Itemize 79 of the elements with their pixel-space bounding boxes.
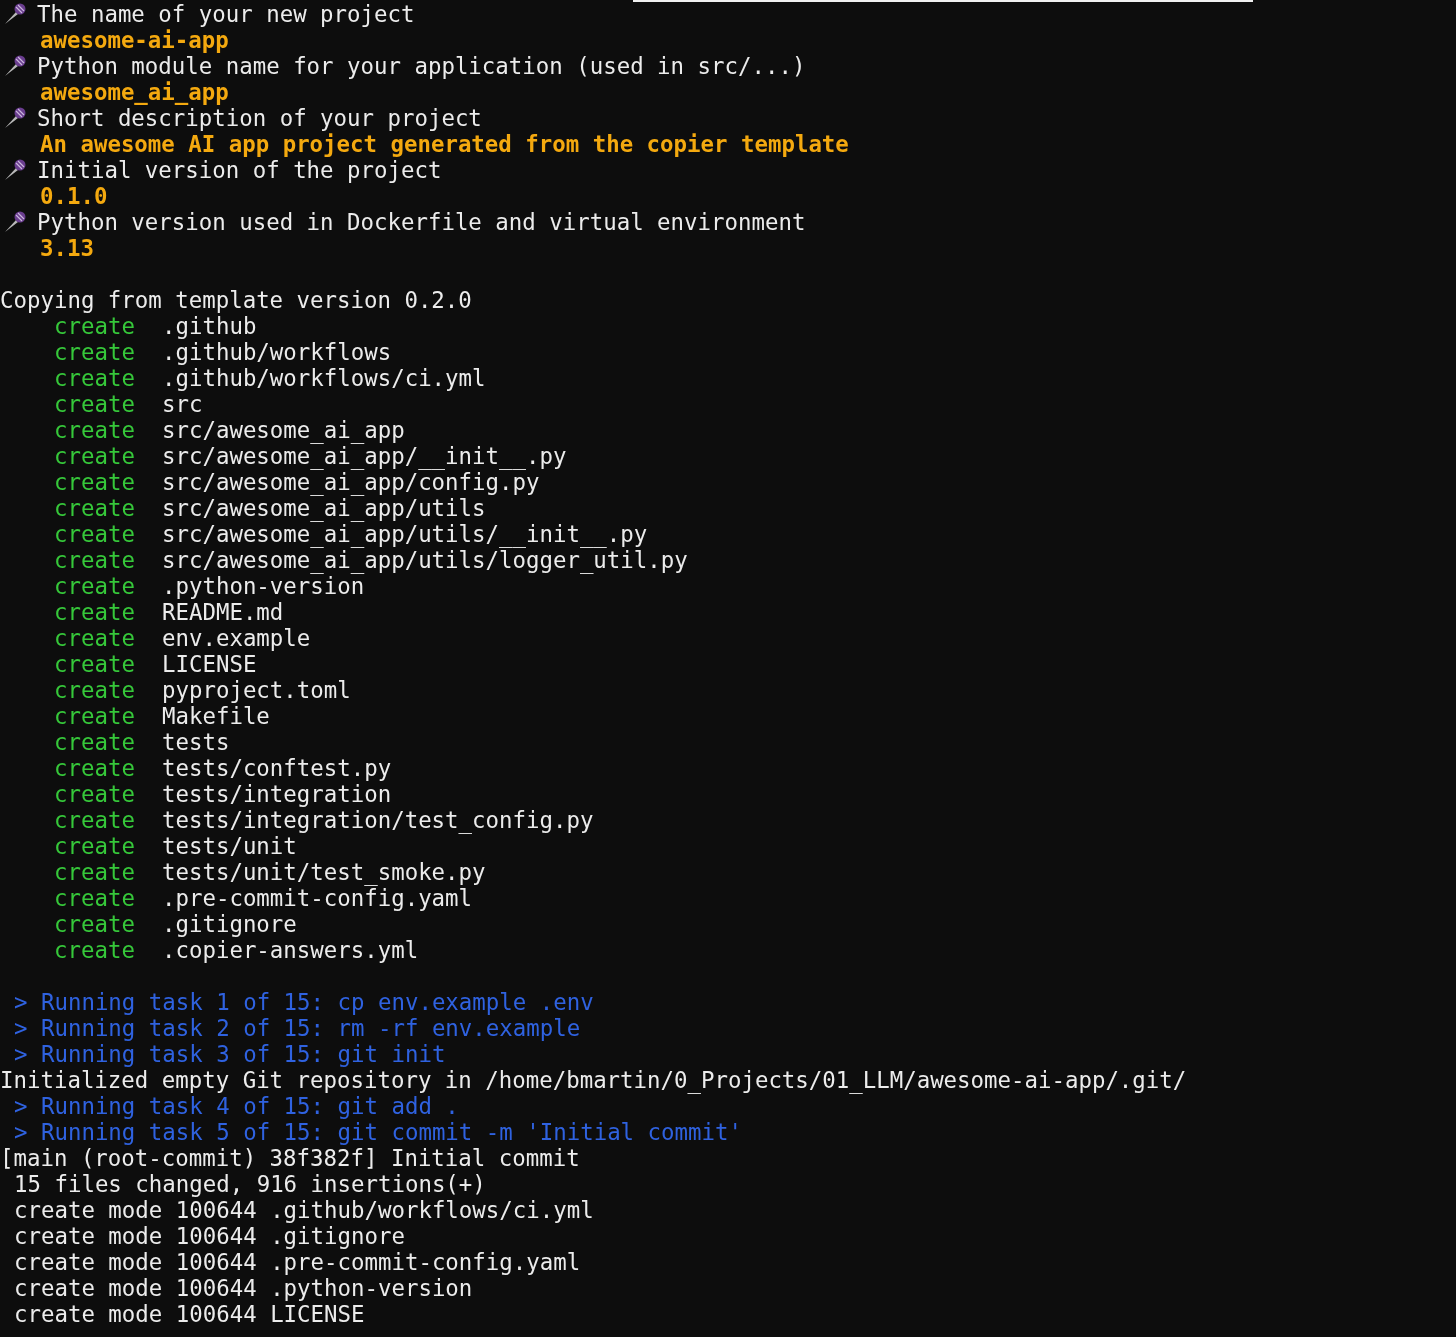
prompt-question: Python version used in Dockerfile and virtual environment	[37, 209, 806, 235]
prompt-answer: awesome_ai_app	[40, 79, 229, 105]
file-path: src/awesome_ai_app/utils	[162, 495, 486, 521]
action-label: create	[54, 755, 136, 781]
prompt-question: Python module name for your application (used in src/...)	[37, 53, 806, 79]
action-label: create	[54, 443, 136, 469]
output-line: create mode 100644 .gitignore	[14, 1223, 405, 1249]
action-label: create	[54, 885, 136, 911]
file-path: tests/integration/test_config.py	[162, 807, 594, 833]
prompt-answer: 3.13	[40, 235, 94, 261]
file-path: Makefile	[162, 703, 270, 729]
task-line: > Running task 4 of 15: git add .	[14, 1093, 459, 1119]
task-line: > Running task 3 of 15: git init	[14, 1041, 446, 1067]
action-label: create	[54, 599, 136, 625]
action-label: create	[54, 339, 136, 365]
file-path: .github/workflows	[162, 339, 392, 365]
action-label: create	[54, 781, 136, 807]
prompt-answer: awesome-ai-app	[40, 27, 229, 53]
task-line: > Running task 1 of 15: cp env.example .env	[14, 989, 594, 1015]
file-path: src	[162, 391, 203, 417]
microphone-icon	[3, 211, 27, 233]
prompt-question: Short description of your project	[37, 105, 482, 131]
action-label: create	[54, 677, 136, 703]
file-path: .gitignore	[162, 911, 297, 937]
file-path: src/awesome_ai_app/__init__.py	[162, 443, 567, 469]
action-label: create	[54, 807, 136, 833]
microphone-icon	[3, 55, 27, 77]
file-path: src/awesome_ai_app/utils/logger_util.py	[162, 547, 688, 573]
action-label: create	[54, 417, 136, 443]
file-path: src/awesome_ai_app/config.py	[162, 469, 540, 495]
action-label: create	[54, 937, 136, 963]
output-line: create mode 100644 .pre-commit-config.yaml	[14, 1249, 581, 1275]
task-line: > Running task 2 of 15: rm -rf env.example	[14, 1015, 581, 1041]
file-path: tests/conftest.py	[162, 755, 392, 781]
output-line: 15 files changed, 916 insertions(+)	[14, 1171, 486, 1197]
prompt-question: Initial version of the project	[37, 157, 442, 183]
action-label: create	[54, 365, 136, 391]
file-path: .github/workflows/ci.yml	[162, 365, 486, 391]
output-line: create mode 100644 .github/workflows/ci.yml	[14, 1197, 594, 1223]
file-path: tests	[162, 729, 230, 755]
file-path: .pre-commit-config.yaml	[162, 885, 473, 911]
action-label: create	[54, 729, 136, 755]
file-path: src/awesome_ai_app/utils/__init__.py	[162, 521, 648, 547]
output-line: Initialized empty Git repository in /home/bmartin/0_Projects/01_LLM/awesome-ai-app/.git/	[0, 1067, 1187, 1093]
output-line: create mode 100644 LICENSE	[14, 1301, 365, 1327]
action-label: create	[54, 859, 136, 885]
prompt-answer: 0.1.0	[40, 183, 108, 209]
file-path: env.example	[162, 625, 311, 651]
action-label: create	[54, 833, 136, 859]
task-line: > Running task 5 of 15: git commit -m 'Initial commit'	[14, 1119, 742, 1145]
file-path: tests/unit/test_smoke.py	[162, 859, 486, 885]
action-label: create	[54, 391, 136, 417]
file-path: .copier-answers.yml	[162, 937, 419, 963]
action-label: create	[54, 911, 136, 937]
action-label: create	[54, 547, 136, 573]
output-line: create mode 100644 .python-version	[14, 1275, 473, 1301]
prompt-question: The name of your new project	[37, 1, 415, 27]
output-line: [main (root-commit) 38f382f] Initial commit	[0, 1145, 580, 1171]
file-path: tests/unit	[162, 833, 297, 859]
file-path: README.md	[162, 599, 284, 625]
file-path: .github	[162, 313, 257, 339]
action-label: create	[54, 495, 136, 521]
prompt-answer: An awesome AI app project generated from the copier template	[40, 131, 849, 157]
microphone-icon	[3, 159, 27, 181]
file-path: src/awesome_ai_app	[162, 417, 405, 443]
microphone-icon	[3, 3, 27, 25]
action-label: create	[54, 521, 136, 547]
file-path: pyproject.toml	[162, 677, 351, 703]
file-path: tests/integration	[162, 781, 392, 807]
action-label: create	[54, 703, 136, 729]
action-label: create	[54, 573, 136, 599]
action-label: create	[54, 625, 136, 651]
file-path: .python-version	[162, 573, 365, 599]
action-label: create	[54, 469, 136, 495]
microphone-icon	[3, 107, 27, 129]
action-label: create	[54, 313, 136, 339]
output-line: Copying from template version 0.2.0	[0, 287, 472, 313]
action-label: create	[54, 651, 136, 677]
file-path: LICENSE	[162, 651, 257, 677]
